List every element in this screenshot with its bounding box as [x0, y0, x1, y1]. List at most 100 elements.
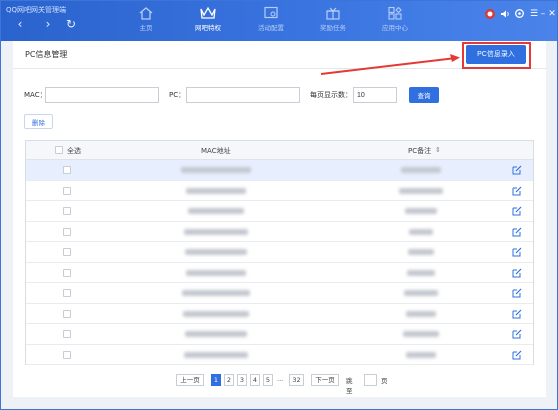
- row-checkbox[interactable]: [63, 268, 71, 277]
- mac-label: MAC：: [24, 91, 47, 99]
- row-checkbox[interactable]: [63, 207, 71, 215]
- pc-note-redacted: [401, 167, 441, 173]
- pc-note-redacted: [408, 249, 434, 255]
- apps-icon: [388, 6, 402, 20]
- pager-ellipsis: ...: [277, 375, 284, 383]
- mac-address-redacted: [186, 269, 246, 276]
- row-checkbox[interactable]: [63, 330, 71, 338]
- mac-address-redacted: [185, 331, 247, 337]
- row-checkbox[interactable]: [63, 186, 71, 195]
- pc-note-redacted: [405, 208, 437, 214]
- edit-icon[interactable]: [512, 268, 522, 278]
- row-checkbox[interactable]: [63, 248, 71, 256]
- tab-activity[interactable]: 活动配置: [250, 6, 292, 38]
- per-page-input[interactable]: [353, 87, 397, 103]
- edit-icon[interactable]: [512, 186, 522, 196]
- row-checkbox[interactable]: [63, 350, 71, 359]
- tab-label: 奖励任务: [320, 24, 346, 32]
- mac-address-redacted: [184, 228, 248, 235]
- crown-icon: [200, 6, 216, 19]
- edit-icon[interactable]: [512, 309, 522, 319]
- tab-home[interactable]: 主页: [125, 6, 167, 38]
- table-row[interactable]: [26, 242, 533, 263]
- tab-label: 活动配置: [258, 24, 284, 32]
- row-checkbox[interactable]: [63, 227, 71, 236]
- mac-input[interactable]: [45, 87, 159, 103]
- app-window: QQ网吧网关管理端 ‹ › ↻ 主页 网吧特权 活动配置 奖励任务 应用中心 ☰…: [0, 0, 558, 410]
- edit-icon[interactable]: [512, 206, 522, 216]
- forward-icon[interactable]: ›: [41, 17, 55, 31]
- settings-icon[interactable]: [514, 8, 525, 19]
- prev-page-button[interactable]: 上一页: [176, 374, 204, 386]
- mac-address-redacted: [182, 290, 250, 296]
- top-bar: QQ网吧网关管理端 ‹ › ↻ 主页 网吧特权 活动配置 奖励任务 应用中心 ☰…: [1, 1, 557, 41]
- pc-label: PC：: [169, 91, 186, 99]
- edit-icon[interactable]: [512, 165, 522, 175]
- mac-address-redacted: [186, 187, 246, 194]
- app-title: QQ网吧网关管理端: [6, 6, 67, 14]
- table-row[interactable]: [26, 263, 533, 283]
- next-page-button[interactable]: 下一页: [311, 374, 339, 386]
- tab-label: 应用中心: [382, 24, 408, 32]
- pc-note-redacted: [409, 228, 433, 235]
- sort-icon[interactable]: ⇕: [435, 146, 441, 154]
- pc-column-header: PC备注: [408, 147, 432, 155]
- page-button[interactable]: 1: [211, 374, 221, 386]
- row-checkbox[interactable]: [63, 289, 71, 297]
- mac-address-redacted: [181, 167, 251, 173]
- per-page-label: 每页显示数：: [310, 91, 352, 99]
- mac-address-redacted: [188, 208, 244, 214]
- edit-icon[interactable]: [512, 329, 522, 339]
- pc-input[interactable]: [186, 87, 300, 103]
- mac-column-header: MAC地址: [201, 147, 231, 155]
- row-checkbox[interactable]: [63, 166, 71, 174]
- speaker-icon[interactable]: [500, 9, 510, 19]
- pc-table: 全选 MAC地址 PC备注 ⇕: [25, 140, 534, 365]
- select-all-checkbox[interactable]: [55, 146, 63, 154]
- mac-address-redacted: [185, 249, 247, 255]
- query-button[interactable]: 查询: [409, 87, 439, 103]
- delete-button[interactable]: 删除: [24, 114, 53, 129]
- pc-note-redacted: [403, 331, 439, 337]
- page-button[interactable]: 2: [224, 374, 234, 386]
- jump-label: 跳至: [346, 377, 353, 395]
- pc-note-redacted: [399, 187, 443, 194]
- gear-screen-icon: [264, 6, 278, 19]
- gift-icon: [326, 7, 340, 20]
- page-button[interactable]: 4: [250, 374, 260, 386]
- table-row[interactable]: [26, 222, 533, 242]
- table-row[interactable]: [26, 201, 533, 222]
- pc-note-redacted: [407, 269, 435, 276]
- home-icon: [139, 7, 153, 20]
- qq-logo-icon[interactable]: [484, 8, 496, 20]
- row-checkbox[interactable]: [63, 309, 71, 318]
- pc-note-redacted: [406, 351, 436, 358]
- refresh-icon[interactable]: ↻: [64, 17, 78, 31]
- page-button[interactable]: 5: [263, 374, 273, 386]
- tab-label: 主页: [139, 24, 153, 32]
- mac-address-redacted: [184, 351, 248, 358]
- edit-icon[interactable]: [512, 350, 522, 360]
- table-header: 全选 MAC地址 PC备注 ⇕: [26, 141, 533, 160]
- edit-icon[interactable]: [512, 227, 522, 237]
- page-suffix: 页: [381, 377, 388, 385]
- table-row[interactable]: [26, 324, 533, 345]
- close-button[interactable]: ✕: [546, 8, 558, 20]
- page-button[interactable]: 3: [237, 374, 247, 386]
- table-row[interactable]: [26, 304, 533, 324]
- table-row[interactable]: [26, 283, 533, 304]
- tab-label: 网吧特权: [195, 24, 221, 32]
- tab-privilege[interactable]: 网吧特权: [187, 6, 229, 38]
- pc-note-redacted: [406, 310, 436, 317]
- table-row[interactable]: [26, 345, 533, 365]
- table-row[interactable]: [26, 181, 533, 201]
- tab-reward[interactable]: 奖励任务: [312, 6, 354, 38]
- table-row[interactable]: [26, 160, 533, 181]
- back-icon[interactable]: ‹: [13, 17, 27, 31]
- jump-input[interactable]: [364, 374, 377, 386]
- edit-icon[interactable]: [512, 288, 522, 298]
- tab-apps[interactable]: 应用中心: [374, 6, 416, 38]
- last-page-button[interactable]: 32: [289, 374, 304, 386]
- edit-icon[interactable]: [512, 247, 522, 257]
- pc-note-redacted: [404, 290, 438, 296]
